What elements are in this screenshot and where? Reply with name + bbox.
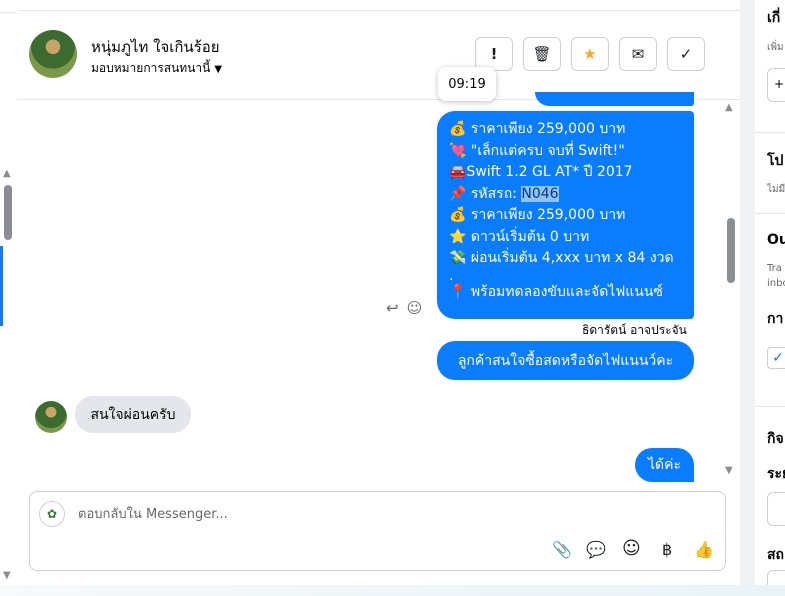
message-line: 🚘Swift 1.2 GL AT* ปี 2017: [449, 164, 633, 180]
field-label: กา: [767, 311, 784, 327]
message-bubble-incoming[interactable]: สนใจผ่อนครับ: [75, 396, 191, 433]
message-composer: ✿ 📎 💬 ☺ ฿ 👍: [29, 491, 726, 571]
star-icon: ★: [583, 45, 597, 63]
payment-icon[interactable]: ฿: [662, 540, 672, 559]
chat-scroll-down-icon[interactable]: ▼: [725, 465, 733, 476]
message-line: 📍 พร้อมทดลองขับและจัดไฟแนนซ์: [449, 283, 663, 300]
left-divider: [0, 0, 17, 13]
divider: [755, 132, 785, 133]
conversation-header: หนุ่มภูไท ใจเกินร้อย มอบหมายการสนทนานี้ ▼…: [17, 11, 740, 100]
divider: [755, 213, 785, 214]
attach-icon[interactable]: 📎: [552, 540, 572, 559]
sender-name: ธิดารัตน์ อาจประจัน: [582, 323, 687, 337]
left-scrollbar-thumb[interactable]: [4, 185, 12, 240]
select-field[interactable]: [767, 492, 785, 526]
message-timestamp-tooltip: 09:19: [438, 67, 496, 101]
assign-label: มอบหมายการสนทนานี้: [91, 61, 211, 75]
message-line: 💘 "เล็กแต่ครบ จบที่ Swift!": [449, 142, 625, 159]
divider: [755, 406, 785, 407]
chat-scrollbar-thumb[interactable]: [727, 218, 735, 283]
like-icon[interactable]: 👍: [694, 540, 714, 559]
section-subtitle: inbo: [767, 278, 785, 289]
section-title: Ou: [767, 232, 785, 248]
message-bubble-outgoing[interactable]: ได้ค่ะ: [635, 448, 694, 482]
mark-unread-button[interactable]: ✉: [619, 37, 657, 71]
saved-replies-icon[interactable]: 💬: [586, 540, 606, 559]
select-field[interactable]: [767, 570, 785, 585]
check-icon: ✓: [679, 45, 693, 63]
field-label: สถ: [767, 547, 785, 563]
delete-button[interactable]: 🗑: [523, 37, 561, 71]
trash-icon: 🗑: [532, 45, 552, 63]
scroll-up-arrow-icon[interactable]: ▲: [3, 168, 11, 179]
code-label: 📌 รหัสรถ:: [449, 185, 522, 202]
bottom-background: [0, 585, 785, 596]
chat-panel: หนุ่มภูไท ใจเกินร้อย มอบหมายการสนทนานี้ ▼…: [17, 0, 740, 585]
caret-down-icon: ▼: [214, 64, 223, 75]
alert-icon: !: [490, 45, 498, 63]
add-button[interactable]: +: [767, 68, 785, 102]
emoji-icon[interactable]: ☺: [622, 538, 641, 559]
message-line: .: [449, 267, 454, 284]
selected-conversation-indicator: [0, 246, 3, 326]
scroll-down-arrow-icon[interactable]: ▼: [3, 570, 11, 581]
section-subtitle: ไม่มี: [767, 184, 785, 195]
message-line: 💸 ผ่อนเริ่มต้น 4,xxx บาท x 84 งวด: [449, 250, 674, 266]
chat-top-divider: [17, 0, 740, 11]
contact-avatar[interactable]: [29, 30, 77, 78]
selected-text-highlight: N046: [521, 185, 559, 202]
page-logo-icon: ✿: [39, 501, 65, 527]
message-actions: ↩ ☺: [386, 299, 430, 317]
mark-spam-button[interactable]: !: [475, 37, 513, 71]
checkbox[interactable]: ✓: [767, 347, 785, 369]
reply-input[interactable]: [76, 506, 680, 523]
message-line: ⭐ ดาวน์เริ่มต้น 0 บาท: [449, 228, 590, 245]
emoji-reaction-icon[interactable]: ☺: [407, 299, 423, 317]
section-title: กิจ: [767, 431, 784, 447]
message-line-code: 📌 รหัสรถ: N046: [449, 184, 694, 206]
mail-icon: ✉: [631, 45, 645, 63]
message-line: 💰 ราคาเพียง 259,000 บาท: [449, 121, 626, 137]
left-list-panel: ▲ ▼: [0, 0, 18, 596]
section-subtitle: เพิ่ม: [767, 42, 784, 53]
previous-message-bubble[interactable]: [535, 92, 694, 106]
message-bubble-outgoing[interactable]: ลูกค้าสนใจซื้อสดหรือจัดไฟแนนว์คะ: [437, 341, 694, 380]
assign-conversation-dropdown[interactable]: มอบหมายการสนทนานี้ ▼: [91, 59, 222, 78]
star-button[interactable]: ★: [571, 37, 609, 71]
chat-scroll-up-icon[interactable]: ▲: [725, 102, 733, 113]
section-subtitle: Tra: [767, 263, 782, 274]
right-details-panel: เกี่ เพิ่ม + โป ไม่มี Ou Tra inbo กา ✓ ก…: [755, 0, 785, 585]
mark-done-button[interactable]: ✓: [667, 37, 705, 71]
message-bubble-outgoing[interactable]: 💰 ราคาเพียง 259,000 บาท 💘 "เล็กแต่ครบ จบ…: [437, 111, 694, 319]
contact-avatar-small: [35, 401, 67, 433]
section-title: เกี่: [767, 10, 781, 26]
message-line: 💰 ราคาเพียง 259,000 บาท: [449, 207, 626, 223]
reply-icon[interactable]: ↩: [386, 299, 399, 317]
field-label: ระย: [767, 466, 785, 482]
section-title: โป: [767, 153, 784, 169]
contact-name[interactable]: หนุ่มภูไท ใจเกินร้อย: [91, 35, 220, 59]
